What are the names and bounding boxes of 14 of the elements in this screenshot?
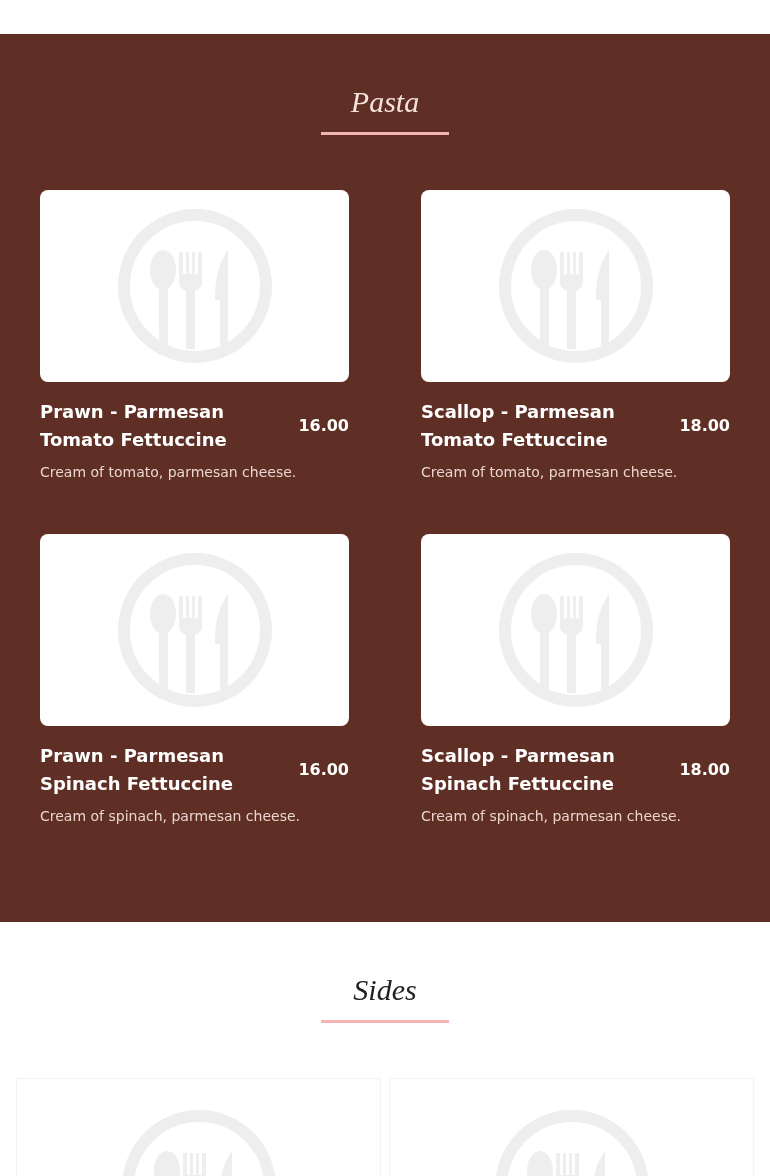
section-title: Pasta — [350, 84, 420, 120]
dish-name: Prawn - Parmesan Spinach Fettuccine — [40, 744, 235, 796]
section-title: Sides — [353, 972, 417, 1008]
dish-description: Cream of spinach, parmesan cheese. — [421, 807, 683, 826]
dish-description: Cream of spinach, parmesan cheese. — [40, 807, 302, 826]
dish-name: Scallop - Parmesan Spinach Fettuccine — [421, 744, 616, 796]
dish-price: 18.00 — [679, 759, 730, 781]
dish-description: Cream of tomato, parmesan cheese. — [40, 463, 298, 482]
dish-price: 18.00 — [679, 415, 730, 437]
dish-name: Scallop - Parmesan Tomato Fettuccine — [421, 400, 616, 452]
dish-name: Prawn - Parmesan Tomato Fettuccine — [40, 400, 228, 452]
dish-description: Cream of tomato, parmesan cheese. — [421, 463, 679, 482]
dish-price: 16.00 — [298, 415, 349, 437]
dish-price: 16.00 — [298, 759, 349, 781]
